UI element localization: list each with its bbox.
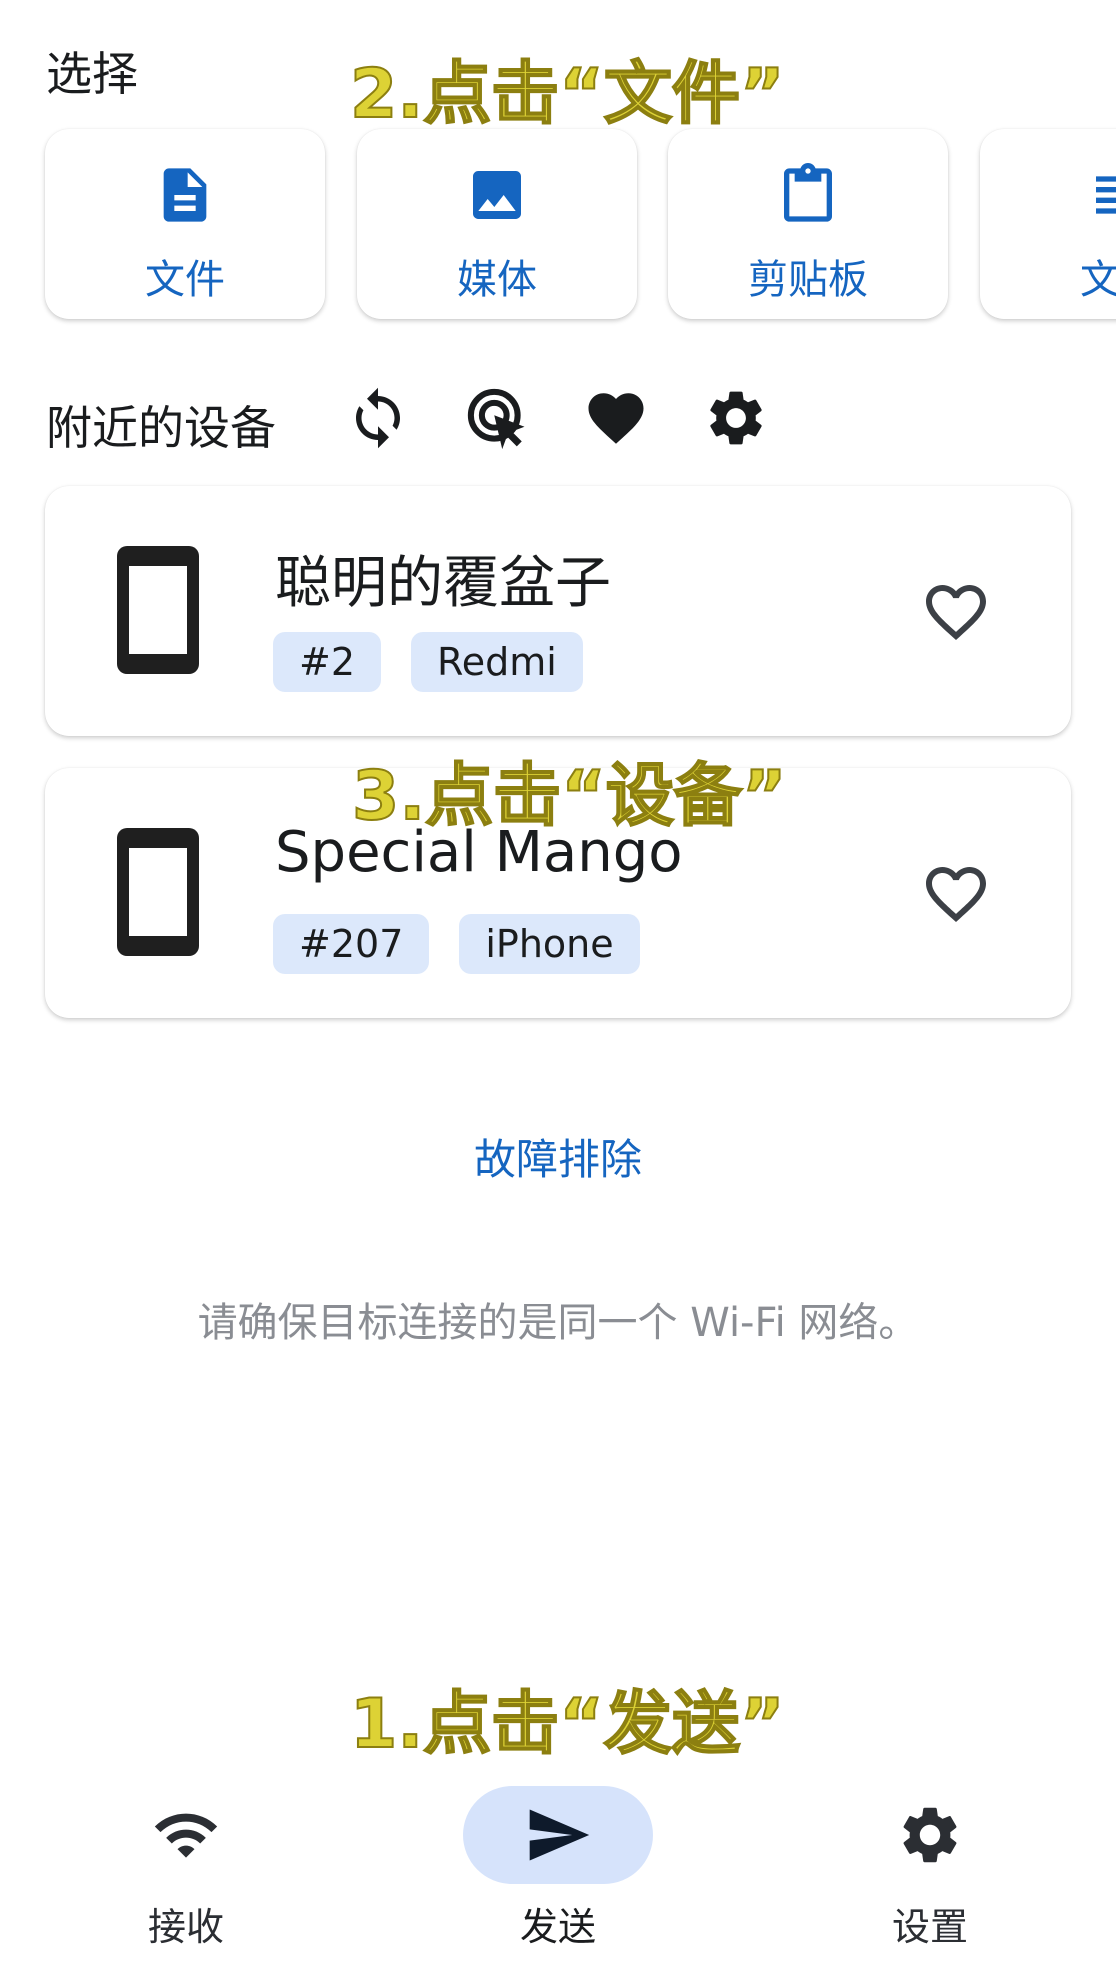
wifi-icon [154,1813,218,1858]
select-clipboard-label: 剪贴板 [748,257,868,303]
nav-settings-label: 设置 [891,1905,968,1949]
device-tag: iPhone [459,914,640,974]
device-name: 聪明的覆盆子 [275,551,611,616]
scan-target-icon[interactable] [464,385,530,451]
device-tag: #207 [273,914,430,974]
settings-icon [903,1807,957,1863]
settings-gear-icon[interactable] [703,385,769,451]
troubleshoot-link[interactable]: 故障排除 [0,1126,1116,1187]
nav-receive-label: 接收 [147,1905,224,1949]
phone-icon [117,828,199,956]
select-media-button[interactable]: 媒体 [357,129,637,319]
nav-send-label: 发送 [519,1905,596,1949]
nav-receive[interactable]: 接收 [66,1780,306,1960]
image-icon [473,171,521,219]
wifi-hint-text: 请确保目标连接的是同一个 Wi-Fi 网络。 [197,1300,919,1346]
nav-send[interactable]: 发送 [438,1780,678,1960]
select-text-label: 文本 [1080,257,1116,303]
heart-outline-icon[interactable] [920,858,992,930]
nearby-devices-title: 附近的设备 [46,401,276,455]
favorites-heart-icon[interactable] [583,385,649,451]
select-file-label: 文件 [145,257,225,303]
clipboard-icon [784,163,832,222]
device-tag: Redmi [411,632,583,692]
file-icon [163,168,207,222]
annotation-step-2: 2.点击“文件” [349,54,786,135]
device-tags: #2 Redmi [273,632,583,692]
select-file-button[interactable]: 文件 [45,129,325,319]
select-clipboard-button[interactable]: 剪贴板 [668,129,948,319]
phone-icon [117,546,199,674]
text-icon [1096,176,1116,214]
select-text-button[interactable]: 文本 [980,129,1116,319]
refresh-icon[interactable] [345,385,411,451]
select-cards-row: 文件 媒体 剪贴板 文本 [0,124,1116,334]
annotation-step-1: 1.点击“发送” [349,1684,786,1765]
send-icon [529,1809,590,1861]
select-section-title: 选择 [46,47,138,101]
select-media-label: 媒体 [457,257,537,303]
device-tag: #2 [273,632,382,692]
device-tags: #207 iPhone [273,914,640,974]
annotation-step-3: 3.点击“设备” [351,756,788,837]
nav-settings[interactable]: 设置 [810,1780,1050,1960]
device-card[interactable]: 聪明的覆盆子 #2 Redmi [45,486,1071,736]
heart-outline-icon[interactable] [920,576,992,648]
